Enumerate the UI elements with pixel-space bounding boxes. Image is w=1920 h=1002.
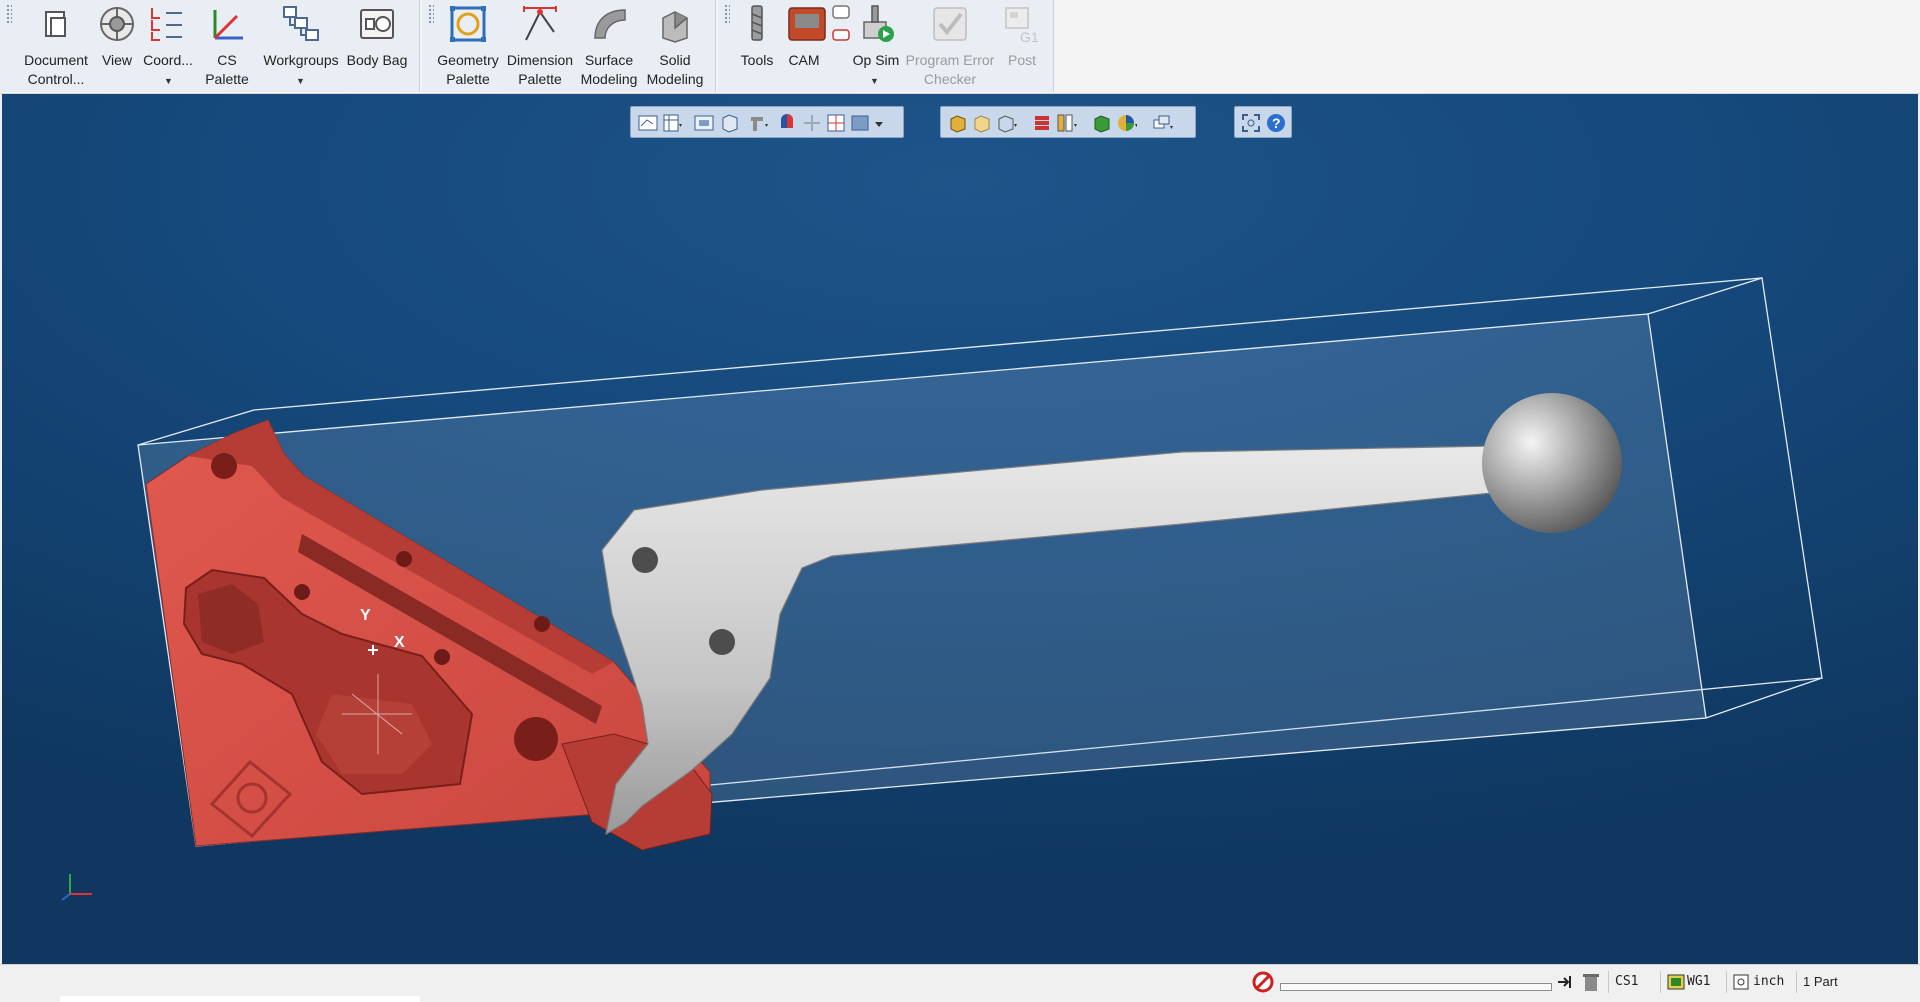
cs-palette-button[interactable]: CS Palette xyxy=(196,2,258,88)
y-axis-label: Y xyxy=(360,607,371,624)
svg-text:G1: G1 xyxy=(1020,29,1039,44)
document-control-icon xyxy=(45,11,66,37)
cs-palette-label: CS Palette xyxy=(205,52,249,87)
dimension-palette-button[interactable]: Dimension Palette xyxy=(504,2,576,88)
view-label: View xyxy=(101,52,133,68)
geometry-palette-icon xyxy=(450,6,486,42)
body-bag-label: Body Bag xyxy=(346,52,408,68)
program-error-checker-icon xyxy=(933,7,967,41)
body-bag-button[interactable]: Body Bag xyxy=(342,2,412,88)
document-control-button[interactable]: Document Control... xyxy=(20,2,92,88)
ball-knob[interactable] xyxy=(1482,393,1622,533)
ribbon-group-cam: Tools CAM Op Sim ▼ Program Error Checker… xyxy=(718,0,1054,92)
dimension-palette-label: Dimension Palette xyxy=(506,52,574,87)
ribbon-group-document: Document Control... View Coord... ▼ CS P… xyxy=(0,0,420,92)
op-sim-button[interactable]: Op Sim ▼ xyxy=(850,2,902,88)
surface-modeling-icon xyxy=(594,9,626,39)
ribbon-toolbar: Document Control... View Coord... ▼ CS P… xyxy=(0,0,1920,94)
op-sim-icon xyxy=(863,5,894,42)
workgroups-button[interactable]: Workgroups ▼ xyxy=(262,2,340,88)
view-button[interactable]: View xyxy=(94,2,140,88)
group-grip[interactable] xyxy=(6,4,12,24)
post-label: Post xyxy=(1007,52,1036,68)
graphics-viewport[interactable]: ? Y X xyxy=(2,94,1918,964)
trash-icon[interactable] xyxy=(1582,971,1600,993)
workgroups-icon xyxy=(283,6,319,41)
cam-icon xyxy=(788,5,850,41)
program-error-checker-button[interactable]: Program Error Checker xyxy=(902,2,998,88)
pin-icon[interactable] xyxy=(1556,973,1574,991)
ribbon-group-modeling: Geometry Palette Dimension Palette Surfa… xyxy=(422,0,716,92)
units-indicator[interactable]: inch xyxy=(1726,971,1794,993)
x-axis-label: X xyxy=(394,634,405,651)
post-button[interactable]: G1 Post xyxy=(998,2,1046,88)
chevron-down-icon[interactable]: ▼ xyxy=(164,72,173,91)
workgroup-label: WG1 xyxy=(1687,974,1711,989)
workgroup-indicator[interactable]: WG1 xyxy=(1660,971,1724,993)
dimension-palette-icon xyxy=(523,6,557,41)
cancel-icon[interactable] xyxy=(1252,971,1274,993)
group-grip[interactable] xyxy=(724,4,730,24)
surface-modeling-label: Surface Modeling xyxy=(580,52,638,87)
workgroup-icon xyxy=(1667,974,1685,990)
geometry-palette-label: Geometry Palette xyxy=(437,52,499,87)
model-scene[interactable]: Y X xyxy=(2,94,1918,964)
cam-label: CAM xyxy=(788,52,820,68)
cam-button[interactable]: CAM xyxy=(780,2,854,88)
solid-modeling-button[interactable]: Solid Modeling xyxy=(642,2,708,88)
chevron-down-icon[interactable]: ▼ xyxy=(870,72,879,91)
units-label: inch xyxy=(1753,974,1785,989)
workgroups-label: Workgroups xyxy=(263,52,339,68)
world-axis-triad xyxy=(61,874,92,901)
part-count-indicator[interactable]: 1 Part xyxy=(1796,971,1908,993)
post-icon: G1 xyxy=(1005,7,1039,45)
progress-bar xyxy=(1280,983,1552,991)
coord-button[interactable]: Coord... ▼ xyxy=(140,2,196,88)
surface-modeling-button[interactable]: Surface Modeling xyxy=(576,2,642,88)
body-bag-icon xyxy=(360,9,394,39)
tools-icon xyxy=(751,5,763,41)
units-icon xyxy=(1733,974,1749,990)
coord-label: Coord... xyxy=(143,52,193,68)
program-error-checker-label: Program Error Checker xyxy=(905,52,995,87)
chevron-down-icon[interactable]: ▼ xyxy=(296,72,305,91)
op-sim-label: Op Sim xyxy=(852,52,900,68)
tools-button[interactable]: Tools xyxy=(732,2,782,88)
view-icon xyxy=(100,7,134,41)
coordinate-system-indicator[interactable]: CS1 xyxy=(1608,971,1656,993)
horizontal-scrollbar[interactable] xyxy=(60,996,420,1002)
document-control-label: Document Control... xyxy=(24,52,88,87)
cs-palette-icon xyxy=(213,10,243,40)
solid-modeling-label: Solid Modeling xyxy=(646,52,704,87)
coordinate-list-icon xyxy=(151,8,182,41)
solid-modeling-icon xyxy=(662,11,688,43)
geometry-palette-button[interactable]: Geometry Palette xyxy=(434,2,502,88)
